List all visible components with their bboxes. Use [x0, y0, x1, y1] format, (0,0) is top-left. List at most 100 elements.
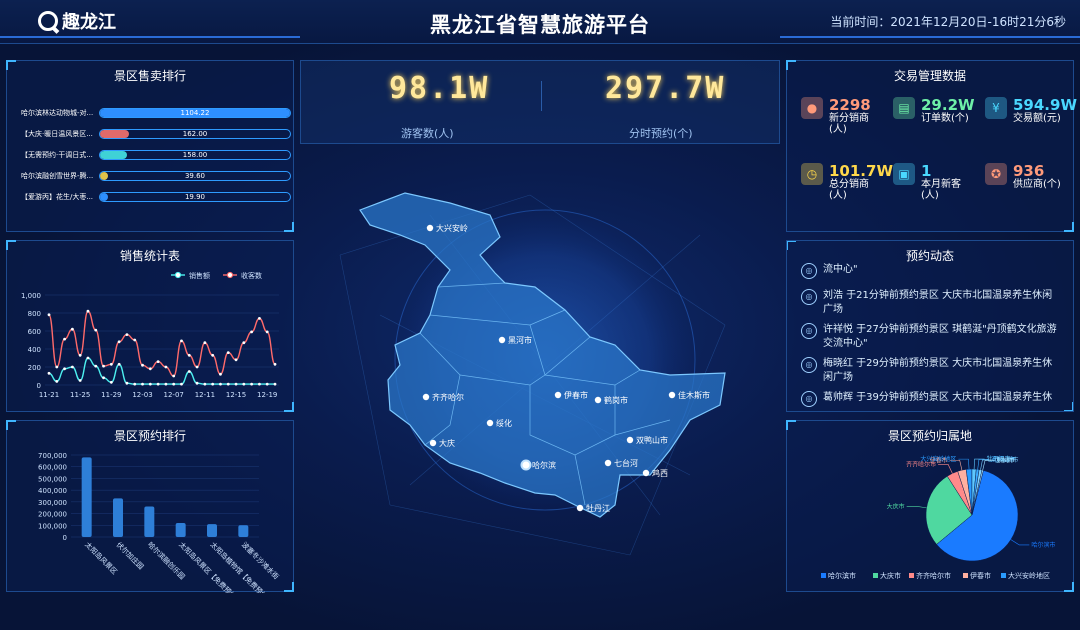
booking-value: 297.7W [605, 71, 726, 106]
ranking-row[interactable]: 【大庆·暖日温风景区... 162.00 [21, 127, 291, 141]
city-dot [498, 336, 506, 344]
trade-stat: ▤ 29.2W 订单数(个) [893, 97, 975, 124]
ranking-row[interactable]: 【无需预约·干调日式... 158.00 [21, 148, 291, 162]
ranking-bar: 162.00 [99, 129, 291, 139]
data-point [63, 337, 66, 341]
y-tick-label: 300,000 [38, 499, 67, 507]
data-point [258, 317, 261, 320]
id-card-icon: ▣ [893, 163, 915, 185]
data-point [234, 358, 238, 362]
data-point [102, 364, 105, 368]
data-point [211, 353, 215, 357]
trade-value: 29.2W [921, 96, 975, 114]
city-label: 大兴安岭 [436, 223, 468, 233]
ranking-name: 【无需预约·干调日式... [21, 151, 93, 159]
ranking-row[interactable]: 哈尔滨融创雪世界-腾... 39.60 [21, 169, 291, 183]
data-point [172, 382, 176, 386]
feed-text: 刘浩 于21分钟前预约景区 大庆市北国温泉养生休闲广场 [823, 290, 1053, 315]
data-point [187, 353, 191, 357]
feed-item[interactable]: ◎ 流中心" [801, 263, 1061, 279]
trade-label: 订单数(个) [921, 113, 969, 124]
yen-icon: ¥ [985, 97, 1007, 119]
legend-label: 销售额 [189, 271, 210, 280]
ranking-bar: 39.60 [99, 171, 291, 181]
legend-label: 哈尔滨市 [828, 571, 856, 580]
ranking-bar: 19.90 [99, 192, 291, 202]
legend-swatch [873, 573, 878, 578]
data-point [148, 367, 152, 371]
y-tick-label: 700,000 [38, 452, 67, 460]
data-point [203, 382, 207, 386]
data-point [242, 382, 246, 386]
city-label: 牡丹江 [586, 503, 610, 513]
city-label: 佳木斯市 [678, 390, 710, 400]
trade-stat: ◷ 101.7W 总分销商(人) [801, 163, 893, 201]
feed-item[interactable]: ◎ 许祥悦 于27分钟前预约景区 琪鹤涎"丹顶鹤文化旅游交流中心" [801, 323, 1061, 351]
trade-label: 供应商(个) [1013, 179, 1061, 190]
city-dot [604, 459, 612, 467]
ranking-name: 【大庆·暖日温风景区... [21, 130, 93, 138]
pie-slice-label: 大庆市 [887, 502, 905, 510]
legend-marker [174, 271, 182, 279]
feed-user-icon: ◎ [801, 357, 817, 373]
booking-origin-pie: 哈尔滨市大庆市齐齐哈尔市伊春市大兴安岭地区 牡丹江市双鸭山市佳木斯市鹤岗市哈尔滨市… [821, 455, 1055, 580]
pie-slice-label: 大兴安岭地区 [920, 455, 956, 463]
y-tick-label: 1,000 [21, 292, 41, 300]
data-point [109, 362, 113, 366]
medal-icon: ✪ [985, 163, 1007, 185]
data-point [211, 382, 215, 386]
city-label: 双鸭山市 [636, 435, 668, 445]
city-dot [486, 419, 494, 427]
series-line [48, 357, 276, 385]
data-point [195, 381, 199, 385]
x-tick-label: 12-19 [257, 391, 277, 399]
series-line [48, 310, 276, 377]
data-point [219, 382, 222, 386]
bar [238, 525, 249, 537]
ranking-name: 哈尔滨林达动物城-对... [21, 109, 94, 117]
feed-item[interactable]: ◎ 梅晓红 于29分钟前预约景区 大庆市北国温泉养生休闲广场 [801, 357, 1061, 385]
data-point [63, 367, 66, 371]
y-tick-label: 800 [28, 310, 41, 318]
y-tick-label: 100,000 [38, 522, 67, 530]
data-point [226, 382, 230, 386]
ranking-row[interactable]: 哈尔滨林达动物城-对... 1104.22 [21, 106, 291, 120]
pie-leader-line [906, 506, 927, 509]
y-tick-label: 600,000 [38, 464, 67, 472]
data-point [78, 353, 82, 357]
ranking-panel: 景区售卖排行 哈尔滨林达动物城-对... 1104.22 【大庆·暖日温风景区...… [6, 60, 294, 232]
legend-swatch [909, 573, 914, 578]
ranking-bar: 1104.22 [99, 108, 291, 118]
data-point [203, 341, 207, 345]
header-decoration-right [780, 36, 1080, 38]
stats-divider [541, 81, 542, 111]
feed-item[interactable]: ◎ 刘浩 于21分钟前预约景区 大庆市北国温泉养生休闲广场 [801, 289, 1061, 317]
city-label: 齐齐哈尔 [432, 392, 464, 402]
data-point [273, 382, 277, 386]
data-point [219, 372, 222, 376]
data-point [86, 356, 90, 360]
sales-line-chart: 0 200 400 600 800 1,000 11-21 11-25 11-29 12-03 12… [21, 271, 279, 399]
bar [207, 524, 217, 537]
feed-panel: 预约动态 ◎ 流中心" ◎ 刘浩 于21分钟前预约景区 大庆市北国温泉养生休闲广场 ◎ 许… [786, 240, 1074, 412]
data-point [258, 382, 261, 386]
city-dot [576, 504, 584, 512]
data-point [250, 382, 254, 386]
heilongjiang-map[interactable]: 大兴安岭黑河市伊春市鹤岗市 佳木斯市 齐齐哈尔绥化大庆哈尔滨 双鸭山市七台河鸡西牡丹江 [330, 175, 750, 575]
city-dot [626, 436, 634, 444]
data-point [47, 371, 51, 375]
x-tick-label: 12-15 [226, 391, 246, 399]
pie-leader-line [973, 458, 985, 470]
data-point [94, 364, 98, 368]
trade-panel: 交易管理数据 ● 2298 新分销商(人) ▤ 29.2W 订单数(个) ¥594.9W 交易… [786, 60, 1077, 232]
data-point [265, 382, 269, 386]
data-point [102, 376, 105, 380]
x-tick-label: 12-03 [132, 391, 152, 399]
trade-value: 101.7W [829, 162, 893, 180]
ranking-value: 1104.22 [180, 109, 210, 117]
y-tick-label: 200 [28, 364, 41, 372]
ranking-row[interactable]: 【爱游丙】花生/大枣... 19.90 [21, 190, 291, 204]
bar [81, 457, 92, 537]
feed-item[interactable]: ◎ 葛帅辉 于39分钟前预约景区 大庆市北国温泉养生休 [801, 391, 1061, 407]
legend-swatch [821, 573, 826, 578]
